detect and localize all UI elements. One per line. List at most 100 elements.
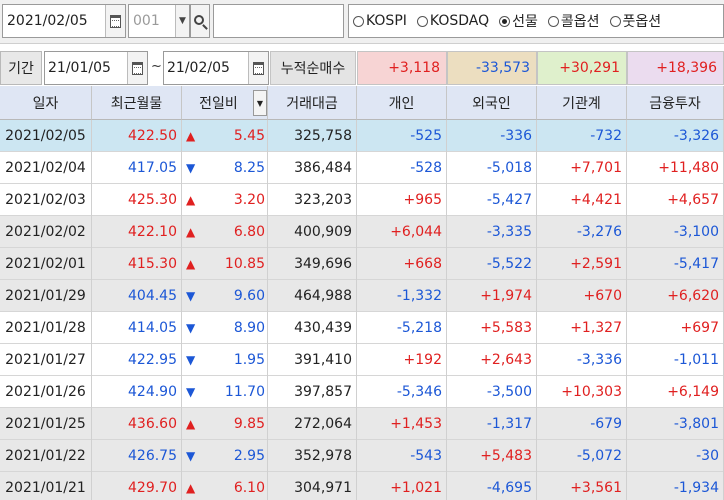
end-calendar-button[interactable] bbox=[248, 52, 268, 84]
date-input[interactable]: 2021/02/05 bbox=[2, 4, 126, 38]
radio-dot[interactable] bbox=[353, 15, 364, 27]
calendar-icon bbox=[132, 61, 143, 75]
cell-amount: 400,909 bbox=[268, 216, 357, 248]
chevron-down-icon[interactable]: ▼ bbox=[175, 5, 189, 37]
table-row[interactable]: 2021/02/04 417.05 ▼ 8.25 386,484 -528 -5,018 +7… bbox=[0, 152, 724, 184]
cell-inst: +10,303 bbox=[537, 376, 627, 408]
calendar-icon bbox=[110, 14, 121, 28]
cell-value: 429.70 bbox=[128, 480, 177, 496]
table-row[interactable]: 2021/01/22 426.75 ▼ 2.95 352,978 -543 +5,483 -5… bbox=[0, 440, 724, 472]
cell-chg: ▲ 10.85 bbox=[182, 248, 268, 280]
cell-value: +2,591 bbox=[570, 256, 622, 272]
cell-value: 436.60 bbox=[128, 416, 177, 432]
cell-date: 2021/02/02 bbox=[0, 216, 92, 248]
code-select[interactable]: 001 ▼ bbox=[128, 4, 190, 38]
search-button[interactable] bbox=[190, 4, 210, 38]
market-radio-3[interactable]: 콜옵션 bbox=[547, 11, 600, 31]
table-row[interactable]: 2021/01/27 422.95 ▼ 1.95 391,410 +192 +2,643 -3… bbox=[0, 344, 724, 376]
cell-value: -679 bbox=[590, 416, 622, 432]
table-row[interactable]: 2021/02/03 425.30 ▲ 3.20 323,203 +965 -5,427 +4… bbox=[0, 184, 724, 216]
cell-inst: +2,591 bbox=[537, 248, 627, 280]
cell-indiv: +6,044 bbox=[357, 216, 447, 248]
cell-chg: ▼ 9.60 bbox=[182, 280, 268, 312]
cell-value: -5,346 bbox=[396, 384, 442, 400]
change-value: 3.20 bbox=[233, 192, 265, 208]
cell-value: 2021/01/26 bbox=[5, 384, 86, 400]
column-header-label: 개인 bbox=[388, 95, 415, 112]
sort-dropdown-icon[interactable]: ▼ bbox=[253, 90, 267, 116]
cell-indiv: -1,332 bbox=[357, 280, 447, 312]
cell-value: 2021/01/21 bbox=[5, 480, 86, 496]
cell-amount: 352,978 bbox=[268, 440, 357, 472]
end-date-input[interactable]: 21/02/05 bbox=[163, 51, 269, 85]
cell-inst: -5,072 bbox=[537, 440, 627, 472]
column-header-indiv[interactable]: 개인 bbox=[357, 86, 447, 120]
column-header-fin[interactable]: 금융투자 bbox=[627, 86, 724, 120]
cell-chg: ▲ 3.20 bbox=[182, 184, 268, 216]
start-date-value: 21/01/05 bbox=[48, 60, 111, 76]
up-arrow-icon: ▲ bbox=[186, 481, 196, 495]
column-header-chg[interactable]: 전일비 ▼ bbox=[182, 86, 268, 120]
cell-value: +4,421 bbox=[570, 192, 622, 208]
column-header-foreign[interactable]: 외국인 bbox=[447, 86, 537, 120]
period-row: 기간 21/01/05 ~ 21/02/05 누적순매수 +3,118 -33,5… bbox=[0, 50, 724, 86]
column-header-label: 거래대금 bbox=[286, 95, 338, 112]
cell-fin: +6,620 bbox=[627, 280, 724, 312]
up-arrow-icon: ▲ bbox=[186, 193, 196, 207]
radio-dot[interactable] bbox=[609, 15, 621, 27]
cell-price: 417.05 bbox=[92, 152, 182, 184]
table-row[interactable]: 2021/01/26 424.90 ▼ 11.70 397,857 -5,346 -3,50… bbox=[0, 376, 724, 408]
cell-chg: ▼ 8.90 bbox=[182, 312, 268, 344]
cell-value: -3,335 bbox=[486, 224, 532, 240]
change-value: 5.45 bbox=[233, 128, 265, 144]
cell-value: +192 bbox=[403, 352, 442, 368]
cell-value: -5,018 bbox=[486, 160, 532, 176]
table-row[interactable]: 2021/01/29 404.45 ▼ 9.60 464,988 -1,332 +1,974… bbox=[0, 280, 724, 312]
start-calendar-button[interactable] bbox=[127, 52, 147, 84]
table-row[interactable]: 2021/01/21 429.70 ▲ 6.10 304,971 +1,021 -4,695… bbox=[0, 472, 724, 500]
column-header-amount[interactable]: 거래대금 bbox=[268, 86, 357, 120]
cell-value: 352,978 bbox=[294, 448, 352, 464]
cell-date: 2021/02/04 bbox=[0, 152, 92, 184]
radio-dot[interactable] bbox=[416, 15, 428, 27]
cell-date: 2021/02/01 bbox=[0, 248, 92, 280]
cell-value: -3,500 bbox=[486, 384, 532, 400]
column-header-label: 금융투자 bbox=[649, 95, 701, 112]
table-row[interactable]: 2021/02/05 422.50 ▲ 5.45 325,758 -525 -336 -732… bbox=[0, 120, 724, 152]
cell-foreign: -4,695 bbox=[447, 472, 537, 500]
market-radio-1[interactable]: KOSDAQ bbox=[416, 13, 489, 29]
cell-price: 422.95 bbox=[92, 344, 182, 376]
cell-value: -732 bbox=[590, 128, 622, 144]
table-header: 일자 최근월물 전일비 ▼ 거래대금 개인 외국인 기관계 금융투자 bbox=[0, 86, 724, 120]
radio-dot[interactable] bbox=[547, 15, 559, 27]
cell-foreign: +5,483 bbox=[447, 440, 537, 472]
calendar-button[interactable] bbox=[105, 5, 125, 37]
table-row[interactable]: 2021/01/28 414.05 ▼ 8.90 430,439 -5,218 +5,583… bbox=[0, 312, 724, 344]
cell-indiv: -528 bbox=[357, 152, 447, 184]
column-header-inst[interactable]: 기관계 bbox=[537, 86, 627, 120]
cell-chg: ▼ 2.95 bbox=[182, 440, 268, 472]
market-radio-4[interactable]: 풋옵션 bbox=[609, 11, 661, 31]
column-header-price[interactable]: 최근월물 bbox=[92, 86, 182, 120]
cell-value: +668 bbox=[403, 256, 442, 272]
radio-dot[interactable] bbox=[499, 15, 511, 27]
cell-inst: -3,336 bbox=[537, 344, 627, 376]
column-header-date[interactable]: 일자 bbox=[0, 86, 92, 120]
change-value: 2.95 bbox=[233, 448, 265, 464]
cell-value: 304,971 bbox=[294, 480, 352, 496]
down-arrow-icon: ▼ bbox=[186, 449, 196, 463]
end-date-value: 21/02/05 bbox=[167, 60, 230, 76]
table-row[interactable]: 2021/02/01 415.30 ▲ 10.85 349,696 +668 -5,522 +… bbox=[0, 248, 724, 280]
cell-value: 404.45 bbox=[128, 288, 177, 304]
cell-foreign: +1,974 bbox=[447, 280, 537, 312]
table-row[interactable]: 2021/01/25 436.60 ▲ 9.85 272,064 +1,453 -1,317… bbox=[0, 408, 724, 440]
market-radio-0[interactable]: KOSPI bbox=[353, 13, 407, 29]
table-row[interactable]: 2021/02/02 422.10 ▲ 6.80 400,909 +6,044 -3,335… bbox=[0, 216, 724, 248]
start-date-input[interactable]: 21/01/05 bbox=[44, 51, 148, 85]
market-radio-2[interactable]: 선물 bbox=[499, 11, 538, 31]
change-value: 9.60 bbox=[233, 288, 265, 304]
cell-amount: 430,439 bbox=[268, 312, 357, 344]
market-radio-group: KOSPI KOSDAQ 선물 콜옵션 풋옵션 bbox=[348, 4, 724, 38]
name-field[interactable] bbox=[213, 4, 344, 38]
cell-value: -3,326 bbox=[673, 128, 719, 144]
